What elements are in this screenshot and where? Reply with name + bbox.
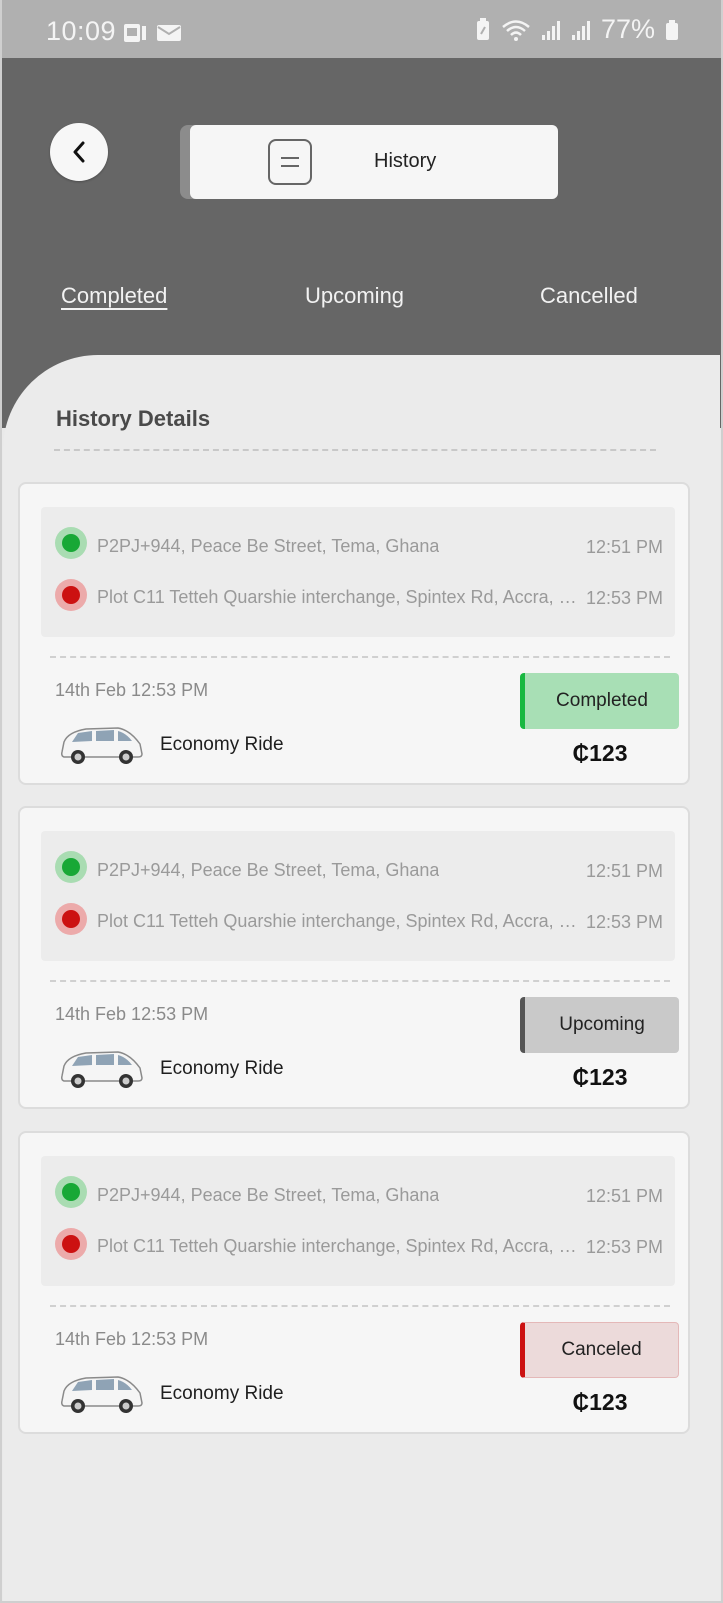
pickup-address: P2PJ+944, Peace Be Street, Tema, Ghana (97, 536, 440, 556)
car-icon (61, 727, 143, 764)
tab-cancelled[interactable]: Cancelled (540, 283, 638, 309)
ride-card[interactable]: P2PJ+944, Peace Be Street, Tema, Ghana 1… (18, 806, 690, 1109)
ride-price: ₵123 (572, 1389, 628, 1415)
pickup-address: P2PJ+944, Peace Be Street, Tema, Ghana (97, 860, 440, 880)
ride-price: ₵123 (572, 740, 628, 766)
dropoff-time: 12:53 PM (585, 1237, 663, 1257)
status-time: 10:09 (46, 16, 117, 46)
chevron-left-icon (73, 141, 85, 163)
car-icon (61, 1051, 143, 1088)
ride-type: Economy Ride (160, 1058, 284, 1079)
tab-completed[interactable]: Completed (61, 283, 167, 309)
wifi-icon (502, 19, 530, 41)
tab-upcoming[interactable]: Upcoming (305, 283, 404, 309)
car-icon (61, 1376, 143, 1413)
status-bar: 10:09 77% (0, 0, 723, 58)
ride-date: 14th Feb 12:53 PM (55, 1329, 209, 1349)
page-title-box: History (190, 125, 558, 199)
ride-price: ₵123 (572, 1064, 628, 1090)
status-badge: Upcoming (520, 997, 679, 1053)
pickup-time: 12:51 PM (585, 1186, 663, 1206)
dropoff-time: 12:53 PM (585, 912, 663, 932)
dropoff-address: Plot C11 Tetteh Quarshie interchange, Sp… (97, 587, 582, 607)
status-label: Upcoming (559, 1014, 645, 1035)
status-left-icons (122, 22, 182, 44)
dropoff-address: Plot C11 Tetteh Quarshie interchange, Sp… (97, 911, 582, 931)
mail-icon (157, 25, 181, 41)
status-label: Completed (556, 690, 648, 711)
pickup-dot-icon (55, 527, 87, 559)
dropoff-dot-icon (55, 1228, 87, 1260)
dropoff-time: 12:53 PM (585, 588, 663, 608)
sim-icon (124, 24, 146, 42)
dropoff-dot-icon (55, 579, 87, 611)
section-title: History Details (56, 406, 211, 431)
pickup-address: P2PJ+944, Peace Be Street, Tema, Ghana (97, 1185, 440, 1205)
ride-card[interactable]: P2PJ+944, Peace Be Street, Tema, Ghana 1… (18, 482, 690, 785)
pickup-dot-icon (55, 851, 87, 883)
status-badge: Completed (520, 673, 679, 729)
card-divider (50, 656, 670, 658)
dropoff-address: Plot C11 Tetteh Quarshie interchange, Sp… (97, 1236, 582, 1256)
ride-type: Economy Ride (160, 734, 284, 755)
ride-date: 14th Feb 12:53 PM (55, 1004, 209, 1024)
page-title: History (374, 150, 437, 172)
card-divider (50, 980, 670, 982)
route-box: P2PJ+944, Peace Be Street, Tema, Ghana 1… (41, 831, 675, 961)
back-button[interactable] (50, 123, 108, 181)
pickup-dot-icon (55, 1176, 87, 1208)
pickup-time: 12:51 PM (585, 537, 663, 557)
section-divider (54, 449, 656, 451)
status-badge: Canceled (520, 1322, 679, 1378)
status-label: Canceled (561, 1339, 642, 1360)
route-box: P2PJ+944, Peace Be Street, Tema, Ghana 1… (41, 507, 675, 637)
card-divider (50, 1305, 670, 1307)
route-box: P2PJ+944, Peace Be Street, Tema, Ghana 1… (41, 1156, 675, 1286)
signal-icon (541, 20, 560, 40)
ride-date: 14th Feb 12:53 PM (55, 680, 209, 700)
battery-percent: 77% (600, 14, 655, 44)
ride-type: Economy Ride (160, 1383, 284, 1404)
battery-saver-icon (476, 17, 489, 40)
dropoff-dot-icon (55, 903, 87, 935)
ride-card[interactable]: P2PJ+944, Peace Be Street, Tema, Ghana 1… (18, 1131, 690, 1434)
menu-icon (268, 139, 312, 185)
battery-icon (666, 19, 678, 40)
status-right: 77% (475, 14, 679, 45)
signal-icon (571, 20, 590, 40)
pickup-time: 12:51 PM (585, 861, 663, 881)
